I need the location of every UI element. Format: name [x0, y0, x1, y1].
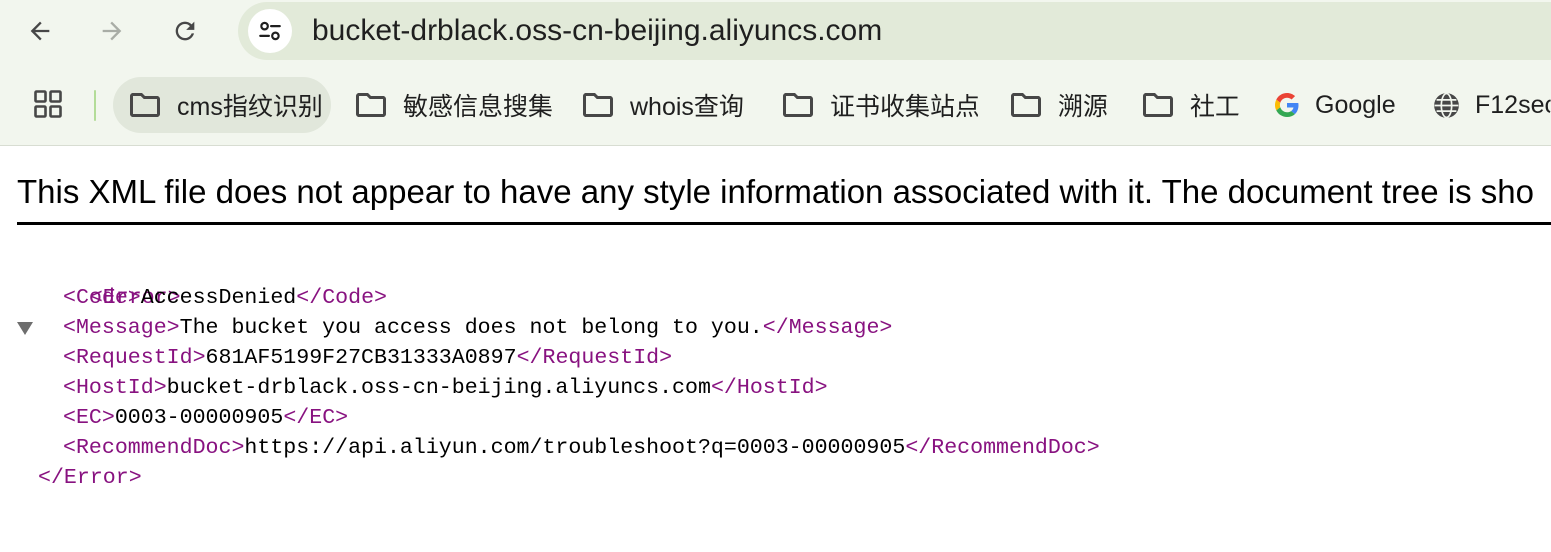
apps-grid-icon: [34, 90, 62, 118]
xml-text: 681AF5199F27CB31333A0897: [205, 346, 517, 370]
xml-line-message: <Message>The bucket you access does not …: [0, 313, 1551, 343]
xml-text: AccessDenied: [140, 286, 297, 310]
xml-line-request-id: <RequestId>681AF5199F27CB31333A0897</Req…: [0, 343, 1551, 373]
xml-line-recommend-doc: <RecommendDoc>https://api.aliyun.com/tro…: [0, 433, 1551, 463]
url-text[interactable]: bucket-drblack.oss-cn-beijing.aliyuncs.c…: [312, 2, 882, 60]
bookmark-f12sec[interactable]: F12sec: [1416, 77, 1551, 133]
bookmark-folder-tracing[interactable]: 溯源: [994, 77, 1108, 133]
folder-icon: [1143, 93, 1173, 117]
xml-line-ec: <EC>0003-00000905</EC>: [0, 403, 1551, 433]
bookmark-label: 社工: [1190, 93, 1241, 121]
bookmark-label: cms指纹识别: [177, 93, 323, 121]
bookmark-folder-sensitive-info[interactable]: 敏感信息搜集: [339, 77, 553, 133]
xml-tree: <Error> <Code>AccessDenied</Code> <Messa…: [0, 253, 1551, 493]
bookmark-google[interactable]: Google: [1258, 77, 1396, 133]
folder-icon: [356, 93, 386, 117]
bookmarks-bar: cms指纹识别 敏感信息搜集 whois查询 证书收集站点 溯源 社工 Goog…: [0, 65, 1551, 146]
reload-icon: [175, 21, 195, 41]
xml-close-tag: </Message>: [762, 316, 893, 340]
google-g-icon: [1275, 93, 1299, 117]
back-button[interactable]: [18, 9, 62, 53]
reload-button[interactable]: [163, 9, 207, 53]
xml-text: 0003-00000905: [114, 406, 284, 430]
xml-text: The bucket you access does not belong to…: [179, 316, 763, 340]
bookmark-label: 证书收集站点: [830, 93, 981, 121]
xml-close-tag: </EC>: [283, 406, 349, 430]
browser-toolbar: bucket-drblack.oss-cn-beijing.aliyuncs.c…: [0, 0, 1551, 65]
xml-open-tag: <EC>: [63, 406, 115, 430]
xml-close-tag: </RequestId>: [516, 346, 673, 370]
xml-open-tag: <HostId>: [63, 376, 167, 400]
xml-close-tag: </Code>: [296, 286, 387, 310]
bookmark-label: whois查询: [630, 93, 744, 121]
bookmark-folder-cms-fingerprint[interactable]: cms指纹识别: [113, 77, 331, 133]
globe-icon: [1433, 92, 1460, 119]
xml-line-host-id: <HostId>bucket-drblack.oss-cn-beijing.al…: [0, 373, 1551, 403]
xml-style-notice: This XML file does not appear to have an…: [17, 172, 1551, 225]
xml-open-tag: <Code>: [63, 286, 141, 310]
bookmark-label: Google: [1315, 90, 1396, 119]
bookmark-label: 溯源: [1058, 93, 1109, 121]
bookmark-folder-social-engineering[interactable]: 社工: [1126, 77, 1240, 133]
xml-line-code: <Code>AccessDenied</Code>: [0, 283, 1551, 313]
arrow-back-icon: [30, 21, 50, 41]
bookmarks-separator: [94, 90, 96, 121]
folder-icon: [1011, 93, 1041, 117]
site-info-button[interactable]: [248, 9, 292, 53]
xml-text: bucket-drblack.oss-cn-beijing.aliyuncs.c…: [166, 376, 711, 400]
xml-line-error-open: <Error>: [0, 253, 1551, 335]
xml-open-tag: <RecommendDoc>: [63, 436, 245, 460]
xml-open-tag: <Message>: [63, 316, 180, 340]
arrow-forward-icon: [102, 21, 122, 41]
xml-close-tag: </HostId>: [710, 376, 828, 400]
xml-close-tag: </Error>: [38, 466, 142, 490]
folder-icon: [583, 93, 613, 117]
tune-icon: [259, 21, 281, 41]
bookmark-folder-whois[interactable]: whois查询: [566, 77, 744, 133]
apps-button[interactable]: [26, 82, 70, 126]
address-bar[interactable]: bucket-drblack.oss-cn-beijing.aliyuncs.c…: [238, 2, 1551, 60]
folder-icon: [130, 93, 160, 117]
xml-close-tag: </RecommendDoc>: [905, 436, 1100, 460]
bookmark-folder-certificate-sites[interactable]: 证书收集站点: [766, 77, 980, 133]
triangle-down-icon[interactable]: [17, 262, 33, 335]
xml-text: https://api.aliyun.com/troubleshoot?q=00…: [244, 436, 906, 460]
xml-line-error-close: </Error>: [0, 463, 1551, 493]
forward-button[interactable]: [90, 9, 134, 53]
bookmark-label: F12sec: [1475, 90, 1551, 119]
bookmark-label: 敏感信息搜集: [403, 93, 554, 121]
folder-icon: [783, 93, 813, 117]
xml-open-tag: <RequestId>: [63, 346, 206, 370]
